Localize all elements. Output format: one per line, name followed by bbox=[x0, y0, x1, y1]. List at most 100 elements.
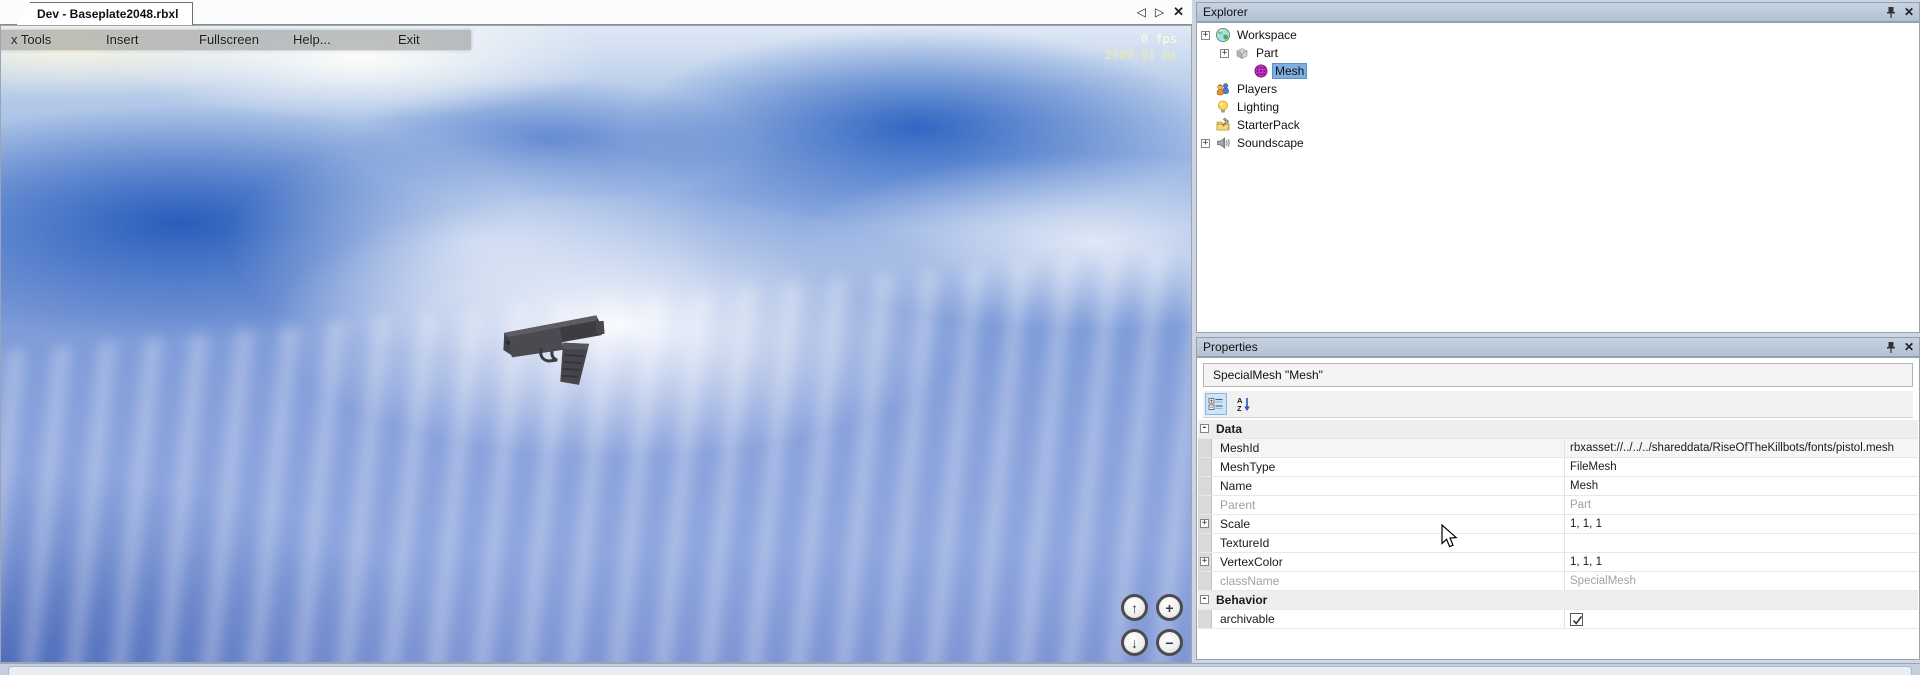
selected-object-label: SpecialMesh "Mesh" bbox=[1213, 368, 1323, 382]
property-row-vertexcolor[interactable]: + VertexColor 1, 1, 1 bbox=[1198, 553, 1918, 572]
property-value: Part bbox=[1564, 496, 1914, 514]
collapse-icon[interactable]: - bbox=[1200, 424, 1209, 433]
property-row-parent: Parent Part bbox=[1198, 496, 1918, 515]
property-name: className bbox=[1220, 574, 1279, 588]
property-name: Parent bbox=[1220, 498, 1255, 512]
property-row-meshtype[interactable]: MeshType FileMesh bbox=[1198, 458, 1918, 477]
explorer-panel: + Workspace + Part bbox=[1196, 22, 1920, 333]
property-value[interactable] bbox=[1564, 534, 1914, 552]
game-window: Dev - Baseplate2048.rbxl ◁ ▷ ✕ x Tools I… bbox=[0, 0, 1192, 663]
properties-close-icon[interactable]: ✕ bbox=[1904, 340, 1914, 354]
tree-label: Soundscape bbox=[1237, 136, 1304, 150]
menu-item-help[interactable]: Help... bbox=[293, 32, 331, 47]
frame-time-counter: 2009.91 ms bbox=[1105, 47, 1177, 63]
3d-viewport[interactable]: x Tools Insert Fullscreen Help... Exit 0… bbox=[0, 25, 1192, 663]
selected-object-box[interactable]: SpecialMesh "Mesh" bbox=[1203, 363, 1913, 387]
expand-icon[interactable]: + bbox=[1200, 557, 1209, 566]
tab-scroll-right-icon[interactable]: ▷ bbox=[1155, 4, 1164, 20]
pin-icon[interactable] bbox=[1886, 6, 1896, 19]
explorer-title: Explorer bbox=[1203, 5, 1248, 19]
specialmesh-icon bbox=[1253, 63, 1269, 79]
property-name: TextureId bbox=[1220, 536, 1269, 550]
tree-label: Players bbox=[1237, 82, 1277, 96]
section-name: Behavior bbox=[1216, 593, 1267, 607]
pin-icon[interactable] bbox=[1886, 341, 1896, 354]
expand-icon[interactable]: + bbox=[1201, 31, 1210, 40]
explorer-tree: + Workspace + Part bbox=[1197, 26, 1919, 152]
check-icon bbox=[1572, 615, 1583, 626]
property-value[interactable]: Mesh bbox=[1564, 477, 1914, 495]
property-value: SpecialMesh bbox=[1564, 572, 1914, 590]
properties-toolbar: A Z bbox=[1203, 391, 1913, 418]
tab-baseplate[interactable]: Dev - Baseplate2048.rbxl bbox=[16, 2, 193, 25]
bottom-strip-inner bbox=[8, 666, 1912, 675]
tree-label-selected: Mesh bbox=[1273, 64, 1306, 78]
tree-item-part[interactable]: + Part bbox=[1197, 44, 1919, 62]
property-name: MeshId bbox=[1220, 441, 1259, 455]
bottom-status-strip bbox=[0, 663, 1920, 675]
tree-item-soundscape[interactable]: + Soundscape bbox=[1197, 134, 1919, 152]
explorer-close-icon[interactable]: ✕ bbox=[1904, 5, 1914, 19]
categorized-view-icon bbox=[1208, 396, 1224, 412]
categorized-view-button[interactable] bbox=[1205, 393, 1227, 415]
property-row-textureid[interactable]: TextureId bbox=[1198, 534, 1918, 553]
menu-item-tools[interactable]: x Tools bbox=[11, 32, 51, 47]
property-row-archivable[interactable]: archivable bbox=[1198, 610, 1918, 629]
tab-scroll-left-icon[interactable]: ◁ bbox=[1137, 4, 1146, 20]
properties-panel: SpecialMesh "Mesh" A Z bbox=[1196, 357, 1920, 660]
camera-down-button[interactable]: ↓ bbox=[1121, 629, 1148, 656]
az-sort-icon: A Z bbox=[1236, 396, 1252, 412]
property-grid: - Data MeshId rbxasset://../../../shared… bbox=[1198, 420, 1918, 629]
camera-zoom-out-button[interactable]: − bbox=[1156, 629, 1183, 656]
tree-item-players[interactable]: Players bbox=[1197, 80, 1919, 98]
property-row-meshid[interactable]: MeshId rbxasset://../../../shareddata/Ri… bbox=[1198, 439, 1918, 458]
svg-text:Z: Z bbox=[1237, 404, 1242, 412]
property-value[interactable]: 1, 1, 1 bbox=[1564, 553, 1914, 571]
workspace-globe-icon bbox=[1215, 27, 1231, 43]
archivable-checkbox[interactable] bbox=[1570, 613, 1583, 626]
tree-label: Part bbox=[1256, 46, 1278, 60]
sky-light-rays bbox=[0, 227, 1192, 663]
tree-label: Lighting bbox=[1237, 100, 1279, 114]
mouse-cursor bbox=[1441, 524, 1461, 550]
collapse-icon[interactable]: - bbox=[1200, 595, 1209, 604]
property-name: VertexColor bbox=[1220, 555, 1283, 569]
tree-label: StarterPack bbox=[1237, 118, 1300, 132]
players-icon bbox=[1215, 81, 1231, 97]
tree-item-lighting[interactable]: Lighting bbox=[1197, 98, 1919, 116]
property-value[interactable]: 1, 1, 1 bbox=[1564, 515, 1914, 533]
property-name: Scale bbox=[1220, 517, 1250, 531]
property-value[interactable]: rbxasset://../../../shareddata/RiseOfThe… bbox=[1564, 439, 1914, 457]
property-row-name[interactable]: Name Mesh bbox=[1198, 477, 1918, 496]
performance-overlay: 0 fps 2009.91 ms bbox=[1105, 31, 1177, 63]
lighting-bulb-icon bbox=[1215, 99, 1231, 115]
expand-icon[interactable]: + bbox=[1201, 139, 1210, 148]
tab-strip: Dev - Baseplate2048.rbxl ◁ ▷ ✕ bbox=[0, 0, 1192, 25]
tree-item-starterpack[interactable]: StarterPack bbox=[1197, 116, 1919, 134]
expand-icon[interactable]: + bbox=[1220, 49, 1229, 58]
properties-title: Properties bbox=[1203, 340, 1258, 354]
menu-item-exit[interactable]: Exit bbox=[398, 32, 420, 47]
menu-item-fullscreen[interactable]: Fullscreen bbox=[199, 32, 259, 47]
properties-panel-header: Properties ✕ bbox=[1196, 337, 1920, 357]
az-sort-button[interactable]: A Z bbox=[1233, 393, 1255, 415]
expand-icon[interactable]: + bbox=[1200, 519, 1209, 528]
property-name: MeshType bbox=[1220, 460, 1275, 474]
property-value[interactable]: FileMesh bbox=[1564, 458, 1914, 476]
tab-title: Dev - Baseplate2048.rbxl bbox=[37, 7, 178, 21]
menu-item-insert[interactable]: Insert bbox=[106, 32, 139, 47]
tab-close-icon[interactable]: ✕ bbox=[1173, 4, 1184, 20]
property-row-classname: className SpecialMesh bbox=[1198, 572, 1918, 591]
property-name: Name bbox=[1220, 479, 1252, 493]
starterpack-folder-icon bbox=[1215, 117, 1231, 133]
pistol-mesh-model[interactable] bbox=[499, 312, 621, 388]
section-row-data[interactable]: - Data bbox=[1198, 420, 1918, 439]
tree-item-workspace[interactable]: + Workspace bbox=[1197, 26, 1919, 44]
camera-zoom-in-button[interactable]: + bbox=[1156, 594, 1183, 621]
section-row-behavior[interactable]: - Behavior bbox=[1198, 591, 1918, 610]
camera-up-button[interactable]: ↑ bbox=[1121, 594, 1148, 621]
tree-item-mesh[interactable]: Mesh bbox=[1197, 62, 1919, 80]
property-row-scale[interactable]: + Scale 1, 1, 1 bbox=[1198, 515, 1918, 534]
part-brick-icon bbox=[1234, 45, 1250, 61]
fps-counter: 0 fps bbox=[1105, 31, 1177, 47]
